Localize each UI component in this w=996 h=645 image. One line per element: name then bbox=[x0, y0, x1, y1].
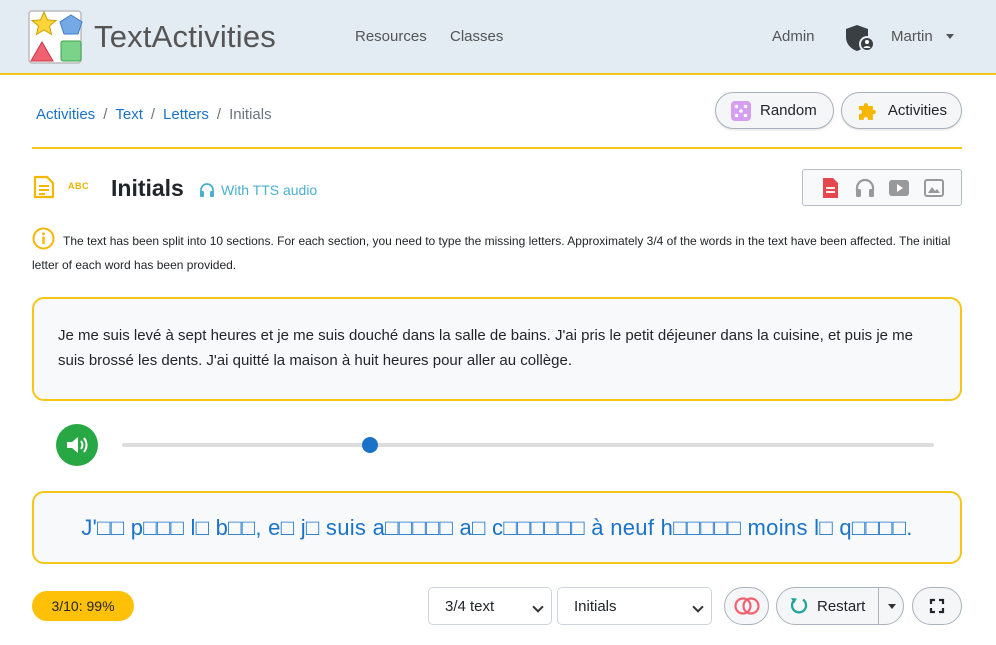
video-mode-icon[interactable] bbox=[888, 177, 910, 199]
chevron-down-icon bbox=[692, 601, 704, 613]
restart-dropdown-caret-icon[interactable] bbox=[888, 604, 896, 609]
mode-value: Initials bbox=[574, 597, 617, 615]
document-icon bbox=[33, 175, 55, 199]
nav-user-menu[interactable]: Martin bbox=[891, 28, 933, 45]
page-title: Initials bbox=[111, 175, 184, 201]
audio-play-button[interactable] bbox=[56, 424, 98, 466]
nav-classes[interactable]: Classes bbox=[450, 28, 503, 45]
tts-link[interactable]: With TTS audio bbox=[199, 182, 317, 198]
answer-input-panel[interactable]: J'□□ p□□□ l□ b□□, e□ j□ suis a□□□□□ a□ c… bbox=[32, 491, 962, 564]
image-mode-icon[interactable] bbox=[923, 177, 945, 199]
logo-icon[interactable] bbox=[28, 9, 86, 67]
source-text-panel: Je me suis levé à sept heures et je me s… bbox=[32, 297, 962, 401]
chevron-down-icon bbox=[532, 601, 544, 613]
breadcrumb-letters[interactable]: Letters bbox=[163, 106, 209, 123]
tts-label: With TTS audio bbox=[221, 182, 318, 198]
abc-icon: ABC bbox=[68, 181, 89, 191]
text-ratio-select[interactable]: 3/4 text bbox=[428, 587, 552, 625]
activities-button[interactable]: Activities bbox=[841, 92, 962, 129]
random-label: Random bbox=[760, 102, 817, 119]
activities-label: Activities bbox=[887, 102, 947, 119]
brand-name[interactable]: TextActivities bbox=[94, 19, 276, 55]
headphones-mode-icon[interactable] bbox=[854, 177, 876, 199]
divider bbox=[32, 147, 962, 149]
breadcrumb-text[interactable]: Text bbox=[115, 106, 143, 123]
user-caret-icon[interactable] bbox=[946, 34, 954, 39]
nav-resources[interactable]: Resources bbox=[355, 28, 427, 45]
media-toggle-group bbox=[802, 169, 962, 206]
fullscreen-button[interactable] bbox=[912, 587, 962, 625]
instructions-text: The text has been split into 10 sections… bbox=[32, 234, 951, 272]
split-divider bbox=[878, 588, 879, 624]
breadcrumb-separator: / bbox=[103, 106, 108, 123]
puzzle-icon bbox=[858, 102, 876, 120]
overlap-toggle-button[interactable] bbox=[724, 587, 769, 625]
restart-icon bbox=[790, 598, 808, 614]
navbar: TextActivities Resources Classes Admin M… bbox=[0, 0, 996, 75]
dice-icon bbox=[731, 100, 751, 121]
text-mode-icon[interactable] bbox=[819, 177, 841, 199]
breadcrumb-separator: / bbox=[150, 106, 156, 123]
text-ratio-value: 3/4 text bbox=[445, 597, 495, 615]
mode-select[interactable]: Initials bbox=[557, 587, 712, 625]
breadcrumb-activities[interactable]: Activities bbox=[36, 106, 95, 123]
user-shield-icon[interactable] bbox=[844, 22, 876, 54]
audio-progress-thumb[interactable] bbox=[361, 437, 378, 453]
score-badge: 3/10: 99% bbox=[32, 591, 134, 621]
headphones-icon bbox=[200, 183, 214, 197]
breadcrumb: Activities / Text / Letters / Initials bbox=[36, 106, 272, 123]
overlap-circles-icon bbox=[733, 597, 760, 615]
volume-icon bbox=[67, 437, 88, 453]
audio-progress-track[interactable] bbox=[122, 437, 934, 453]
breadcrumb-separator: / bbox=[216, 106, 222, 123]
restart-button[interactable]: Restart bbox=[776, 587, 904, 625]
breadcrumb-current: Initials bbox=[229, 106, 272, 123]
nav-admin[interactable]: Admin bbox=[772, 28, 815, 45]
fullscreen-icon bbox=[929, 598, 945, 614]
restart-label: Restart bbox=[817, 597, 866, 615]
random-button[interactable]: Random bbox=[715, 92, 834, 129]
